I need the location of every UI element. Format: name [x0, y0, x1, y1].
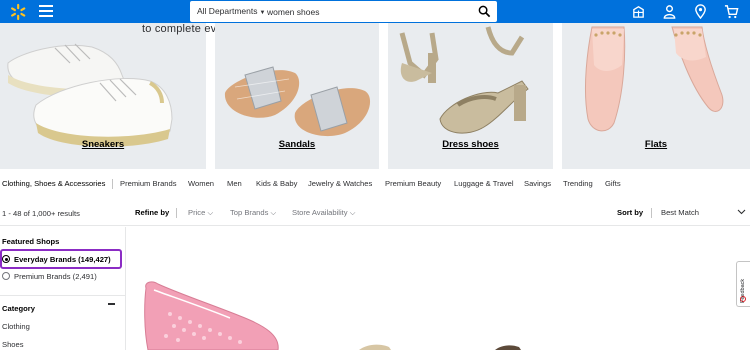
catnav-kids-baby[interactable]: Kids & Baby: [256, 179, 297, 188]
spark-logo-icon[interactable]: [9, 3, 27, 21]
sandals-label: Sandals: [278, 139, 316, 150]
sort-by-label: Sort by: [617, 208, 644, 217]
account-icon[interactable]: [662, 4, 677, 19]
catnav-women[interactable]: Women: [188, 179, 214, 188]
catnav-premium-brands[interactable]: Premium Brands: [120, 179, 177, 188]
location-pin-icon[interactable]: [693, 4, 708, 19]
cart-icon[interactable]: [724, 4, 739, 19]
catnav-savings[interactable]: Savings: [524, 179, 551, 188]
featured-shops-heading: Featured Shops: [2, 237, 60, 246]
divider: [112, 179, 113, 189]
top-brands-filter[interactable]: Top Brands ⌵: [230, 208, 276, 218]
chevron-down-icon: ⌵: [207, 208, 214, 217]
price-filter[interactable]: Price ⌵: [188, 208, 213, 218]
product-image-partial[interactable]: [355, 343, 525, 350]
dress-shoes-label: Dress shoes: [442, 139, 499, 150]
search-input[interactable]: [267, 4, 467, 19]
catnav-gifts[interactable]: Gifts: [605, 179, 621, 188]
store-availability-filter[interactable]: Store Availability ⌵: [292, 208, 355, 218]
chevron-down-icon[interactable]: [737, 209, 746, 215]
feedback-tab[interactable]: Feedback: [736, 261, 750, 307]
category-clothing-link[interactable]: Clothing: [2, 322, 30, 331]
caret-down-icon: ▼: [259, 10, 266, 16]
everyday-brands-option[interactable]: Everyday Brands (149,427): [2, 255, 111, 264]
sandals-tile[interactable]: Sandals: [215, 23, 379, 169]
catnav-men[interactable]: Men: [227, 179, 242, 188]
premium-brands-label: Premium Brands (2,491): [14, 272, 97, 281]
chevron-down-icon: ⌵: [270, 208, 277, 217]
dress-shoes-tile[interactable]: Dress shoes: [388, 23, 553, 169]
sneakers-tile[interactable]: Sneakers: [0, 23, 206, 169]
store-availability-filter-label: Store Availability: [292, 208, 348, 217]
search-bar: All Departments ▼: [190, 1, 497, 22]
catnav-clothing-shoes-accessories[interactable]: Clothing, Shoes & Accessories: [2, 179, 105, 188]
product-image-pink-slip-on[interactable]: [140, 280, 290, 350]
radio-unselected-icon[interactable]: [2, 272, 10, 280]
feedback-label: Feedback: [740, 278, 746, 303]
sneakers-label: Sneakers: [81, 139, 125, 150]
catnav-trending[interactable]: Trending: [563, 179, 593, 188]
top-header: All Departments ▼: [0, 0, 750, 23]
everyday-brands-label: Everyday Brands (149,427): [14, 255, 111, 264]
divider: [176, 208, 177, 218]
reorder-icon[interactable]: [631, 4, 646, 19]
sort-dropdown[interactable]: Best Match: [661, 208, 699, 217]
category-nav: Clothing, Shoes & Accessories Premium Br…: [0, 178, 750, 192]
refine-by-label: Refine by: [135, 208, 170, 217]
top-brands-filter-label: Top Brands: [230, 208, 269, 217]
radio-selected-icon[interactable]: [2, 255, 10, 263]
results-bar: 1 - 48 of 1,000+ results Refine by Price…: [0, 200, 750, 226]
premium-brands-option[interactable]: Premium Brands (2,491): [2, 272, 97, 281]
category-shoes-link[interactable]: Shoes: [2, 340, 24, 349]
chevron-down-icon: ⌵: [349, 208, 356, 217]
catnav-luggage-travel[interactable]: Luggage & Travel: [454, 179, 514, 188]
price-filter-label: Price: [188, 208, 206, 217]
flats-tile[interactable]: Flats: [562, 23, 750, 169]
search-icon[interactable]: [478, 5, 491, 18]
departments-dropdown[interactable]: All Departments ▼: [197, 6, 265, 16]
divider: [651, 208, 652, 218]
hamburger-menu-icon[interactable]: [38, 4, 54, 18]
collapse-minus-icon[interactable]: [108, 303, 115, 305]
catnav-premium-beauty[interactable]: Premium Beauty: [385, 179, 441, 188]
catnav-jewelry-watches[interactable]: Jewelry & Watches: [308, 179, 372, 188]
category-heading: Category: [2, 304, 35, 313]
divider: [0, 295, 125, 296]
flats-label: Flats: [644, 139, 668, 150]
departments-label: All Departments: [197, 6, 258, 16]
results-count: 1 - 48 of 1,000+ results: [2, 209, 80, 218]
